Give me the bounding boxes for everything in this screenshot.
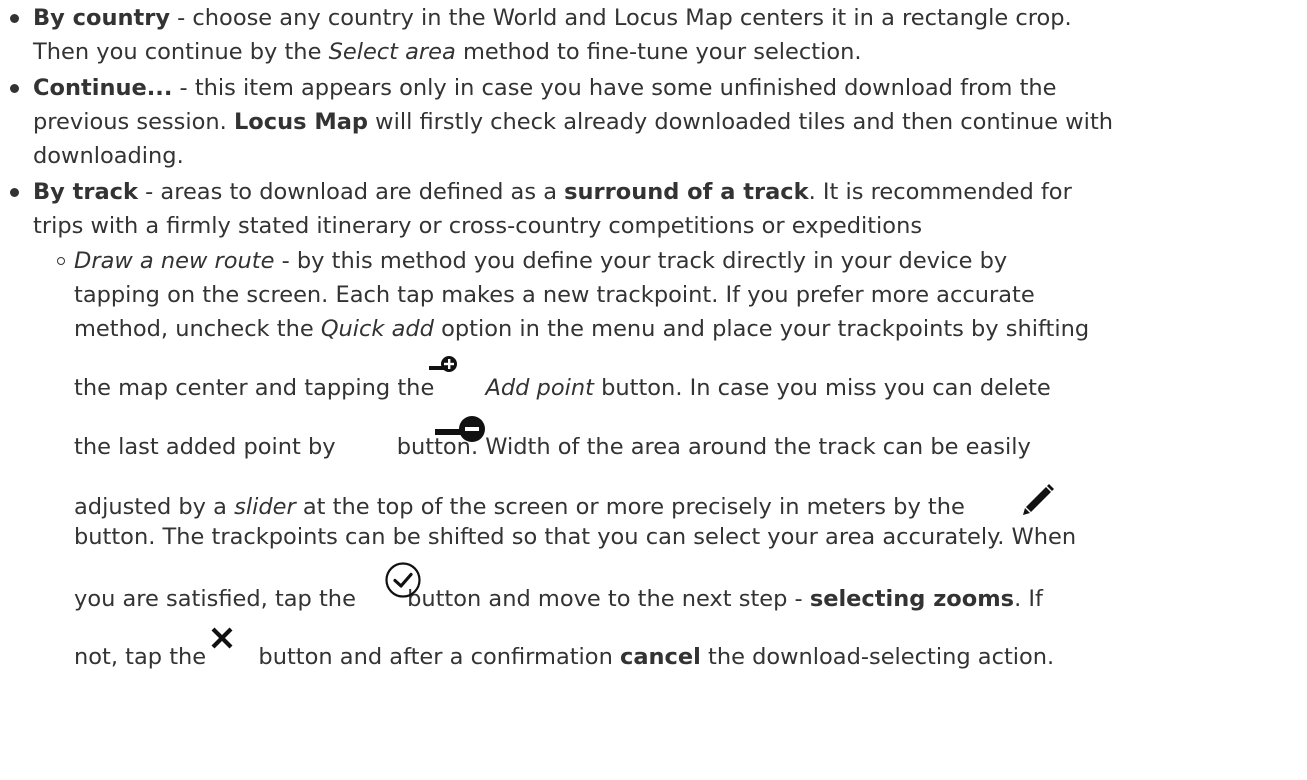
sub-item-text: option in the menu and place your trackp… (433, 316, 1090, 342)
sub-item-strong: cancel (619, 644, 701, 670)
list-item-line: By track - areas to download are defined… (33, 177, 1072, 207)
list-item-line: By country - choose any country in the W… (33, 3, 1072, 33)
sub-item-line: Draw a new route - by this method you de… (74, 246, 1007, 276)
list-item-line: previous session. Locus Map will firstly… (33, 107, 1113, 137)
item-term: Continue... (33, 75, 173, 101)
delete-point-icon (435, 416, 485, 442)
item-term: By country (33, 5, 170, 31)
bullet (10, 188, 19, 197)
sub-item-line: you are satisfied, tap the button and mo… (74, 584, 1043, 614)
item-text: - areas to download are defined as a (138, 179, 565, 205)
item-text: previous session. (33, 109, 234, 135)
bullet (10, 84, 19, 93)
sub-item-emphasis: Add point (485, 375, 594, 401)
sub-item-line: method, uncheck the Quick add option in … (74, 314, 1089, 344)
sub-item-text: the last added point by (74, 434, 343, 460)
sub-item-line: the map center and tapping the Add point… (74, 373, 1051, 403)
sub-item-line: adjusted by a slider at the top of the s… (74, 492, 965, 522)
sub-item-strong: selecting zooms (809, 586, 1015, 612)
document-body: By country - choose any country in the W… (0, 0, 1307, 780)
item-strong: Locus Map (233, 109, 369, 135)
check-circle-icon (385, 562, 421, 598)
sub-item-line: button. The trackpoints can be shifted s… (74, 522, 1076, 552)
sub-item-text: the map center and tapping the (74, 375, 442, 401)
item-text: . It is recommended for (808, 179, 1072, 205)
item-text: downloading. (33, 143, 184, 169)
sub-item-text: adjusted by a (74, 494, 235, 520)
list-item-line: downloading. (33, 141, 184, 171)
sub-item-text: the download-selecting action. (700, 644, 1055, 670)
pencil-icon (1023, 484, 1054, 515)
sub-item-emphasis: Quick add (320, 316, 434, 342)
sub-item-text: button. In case you miss you can delete (593, 375, 1051, 401)
sub-item-text: button. The trackpoints can be shifted s… (74, 524, 1077, 550)
item-emphasis: Select area (328, 39, 456, 65)
sub-item-emphasis: slider (234, 494, 296, 520)
item-text: - this item appears only in case you hav… (172, 75, 1057, 101)
sub-item-text: . If (1014, 586, 1043, 612)
sub-item-line: the last added point by button. Width of… (74, 432, 1031, 462)
sub-item-text: button. Width of the area around the tra… (396, 434, 1031, 460)
item-text: - choose any country in the World and Lo… (170, 5, 1072, 31)
item-text: Then you continue by the (33, 39, 329, 65)
item-text: trips with a firmly stated itinerary or … (33, 213, 923, 239)
sub-item-line: tapping on the screen. Each tap makes a … (74, 280, 1035, 310)
sub-bullet (57, 257, 65, 265)
list-item-line: Continue... - this item appears only in … (33, 73, 1057, 103)
bullet (10, 14, 19, 23)
close-icon (211, 627, 233, 649)
sub-item-text: tapping on the screen. Each tap makes a … (74, 282, 1035, 308)
item-text: will firstly check already downloaded ti… (368, 109, 1114, 135)
list-item-line: Then you continue by the Select area met… (33, 37, 862, 67)
sub-item-text: button and move to the next step - (407, 586, 810, 612)
sub-item-text: you are satisfied, tap the (74, 586, 364, 612)
sub-item-text: button and after a confirmation (251, 644, 620, 670)
sub-item-text: not, tap the (74, 644, 214, 670)
sub-item-term: Draw a new route (74, 248, 275, 274)
item-strong: surround of a track (564, 179, 809, 205)
sub-item-text: at the top of the screen or more precise… (295, 494, 965, 520)
item-text: method to fine-tune your selection. (455, 39, 862, 65)
sub-item-text: - by this method you define your track d… (274, 248, 1008, 274)
sub-item-text: method, uncheck the (74, 316, 321, 342)
add-point-icon (429, 356, 457, 372)
list-item-line: trips with a firmly stated itinerary or … (33, 211, 922, 241)
item-term: By track (33, 179, 138, 205)
